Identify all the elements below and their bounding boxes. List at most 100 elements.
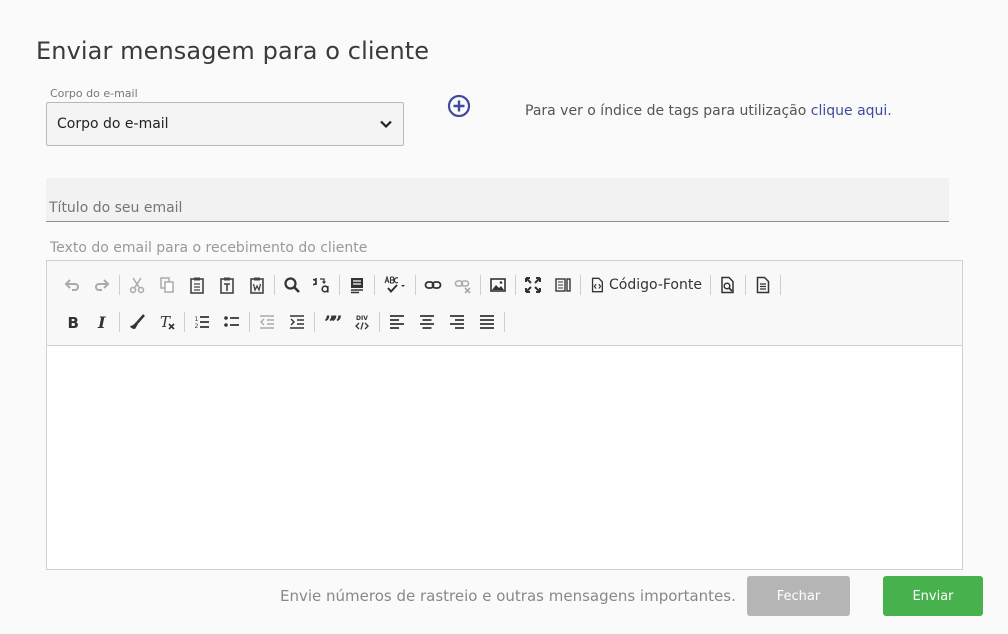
rich-text-editor: Código-Fonte B I T 12 ”” DIV	[46, 260, 963, 570]
undo-button[interactable]	[57, 271, 87, 299]
indent-button[interactable]	[282, 308, 312, 336]
toolbar-separator	[249, 312, 250, 332]
toolbar-separator	[339, 275, 340, 295]
indent-icon	[290, 315, 304, 329]
replace-icon	[313, 278, 329, 293]
svg-text:DIV: DIV	[356, 315, 368, 322]
undo-icon	[64, 279, 79, 291]
templates-button[interactable]	[748, 271, 778, 299]
align-justify-button[interactable]	[472, 308, 502, 336]
maximize-button[interactable]	[518, 271, 548, 299]
show-blocks-button[interactable]	[548, 271, 578, 299]
quote-icon: ””	[324, 313, 341, 331]
toolbar-separator	[504, 312, 505, 332]
bold-button[interactable]: B	[57, 308, 87, 336]
toolbar-row-1: Código-Fonte	[57, 270, 962, 300]
toolbar-separator	[779, 275, 781, 295]
align-left-button[interactable]	[382, 308, 412, 336]
paste-button[interactable]	[182, 271, 212, 299]
find-button[interactable]	[277, 271, 307, 299]
copy-button[interactable]	[152, 271, 182, 299]
align-center-icon	[420, 315, 434, 329]
preview-button[interactable]	[713, 271, 743, 299]
italic-icon: I	[97, 313, 106, 331]
copy-format-button[interactable]	[122, 308, 152, 336]
redo-icon	[95, 279, 110, 291]
clipboard-icon	[190, 277, 204, 294]
source-code-icon	[591, 277, 603, 293]
source-code-button[interactable]: Código-Fonte	[583, 271, 708, 299]
link-icon	[424, 281, 442, 289]
svg-text:1: 1	[195, 316, 199, 323]
link-button[interactable]	[418, 271, 448, 299]
toolbar-separator	[379, 312, 380, 332]
svg-text:2: 2	[195, 323, 199, 330]
source-code-label: Código-Fonte	[609, 277, 702, 293]
numbered-list-button[interactable]: 12	[187, 308, 217, 336]
email-title-input[interactable]	[46, 178, 949, 222]
cut-button[interactable]	[122, 271, 152, 299]
align-right-button[interactable]	[442, 308, 472, 336]
align-right-icon	[450, 315, 464, 329]
remove-format-button[interactable]: T	[152, 308, 182, 336]
align-left-icon	[390, 315, 404, 329]
bold-icon: B	[68, 314, 79, 331]
image-button[interactable]	[483, 271, 513, 299]
toolbar-separator	[274, 275, 275, 295]
italic-button[interactable]: I	[87, 308, 117, 336]
document-icon	[756, 276, 770, 294]
template-select[interactable]: Corpo do e-mail	[46, 102, 404, 146]
remove-format-icon: T	[160, 313, 175, 331]
outdent-icon	[260, 315, 274, 329]
editor-toolbar: Código-Fonte B I T 12 ”” DIV	[47, 261, 962, 346]
outdent-button[interactable]	[252, 308, 282, 336]
redo-button[interactable]	[87, 271, 117, 299]
numbered-list-icon: 12	[195, 316, 209, 330]
toolbar-separator	[119, 312, 120, 332]
svg-text:”: ”	[331, 313, 341, 331]
paintbrush-icon	[130, 314, 145, 329]
div-container-icon: DIV	[355, 315, 369, 330]
toolbar-separator	[709, 275, 711, 295]
paste-word-button[interactable]	[242, 271, 272, 299]
toolbar-separator	[480, 275, 481, 295]
create-div-button[interactable]: DIV	[347, 308, 377, 336]
align-center-button[interactable]	[412, 308, 442, 336]
clipboard-text-icon	[220, 277, 234, 294]
toolbar-separator	[184, 312, 185, 332]
unlink-icon	[454, 280, 471, 294]
show-blocks-icon	[555, 278, 571, 292]
select-all-button[interactable]	[342, 271, 372, 299]
paste-text-button[interactable]	[212, 271, 242, 299]
send-button[interactable]: Enviar	[883, 576, 983, 616]
toolbar-separator	[744, 275, 746, 295]
bulleted-list-button[interactable]	[217, 308, 247, 336]
blockquote-button[interactable]: ””	[317, 308, 347, 336]
copy-icon	[160, 277, 174, 293]
page-title: Enviar mensagem para o cliente	[36, 37, 430, 65]
tags-info-text: Para ver o índice de tags para utilizaçã…	[525, 103, 807, 119]
toolbar-separator	[580, 275, 581, 295]
tags-index-link[interactable]: clique aqui.	[811, 103, 892, 119]
spellcheck-icon	[384, 276, 405, 294]
template-select-label: Corpo do e-mail	[50, 87, 140, 100]
toolbar-separator	[515, 275, 516, 295]
search-icon	[284, 277, 300, 293]
toolbar-separator	[314, 312, 315, 332]
maximize-icon	[525, 277, 541, 293]
tags-info: Para ver o índice de tags para utilizaçã…	[525, 103, 892, 119]
template-select-value: Corpo do e-mail	[57, 116, 169, 132]
toolbar-separator	[119, 275, 120, 295]
footer-info: Envie números de rastreio e outras mensa…	[280, 587, 736, 605]
select-all-icon	[351, 278, 363, 294]
bulleted-list-icon	[224, 316, 239, 327]
toolbar-separator	[415, 275, 416, 295]
unlink-button[interactable]	[448, 271, 478, 299]
align-justify-icon	[480, 315, 494, 329]
close-button[interactable]: Fechar	[747, 576, 850, 616]
add-circle-icon[interactable]	[447, 94, 471, 118]
replace-button[interactable]	[307, 271, 337, 299]
svg-text:I: I	[97, 313, 106, 331]
editor-content-area[interactable]	[47, 346, 962, 569]
spellcheck-button[interactable]	[377, 271, 413, 299]
